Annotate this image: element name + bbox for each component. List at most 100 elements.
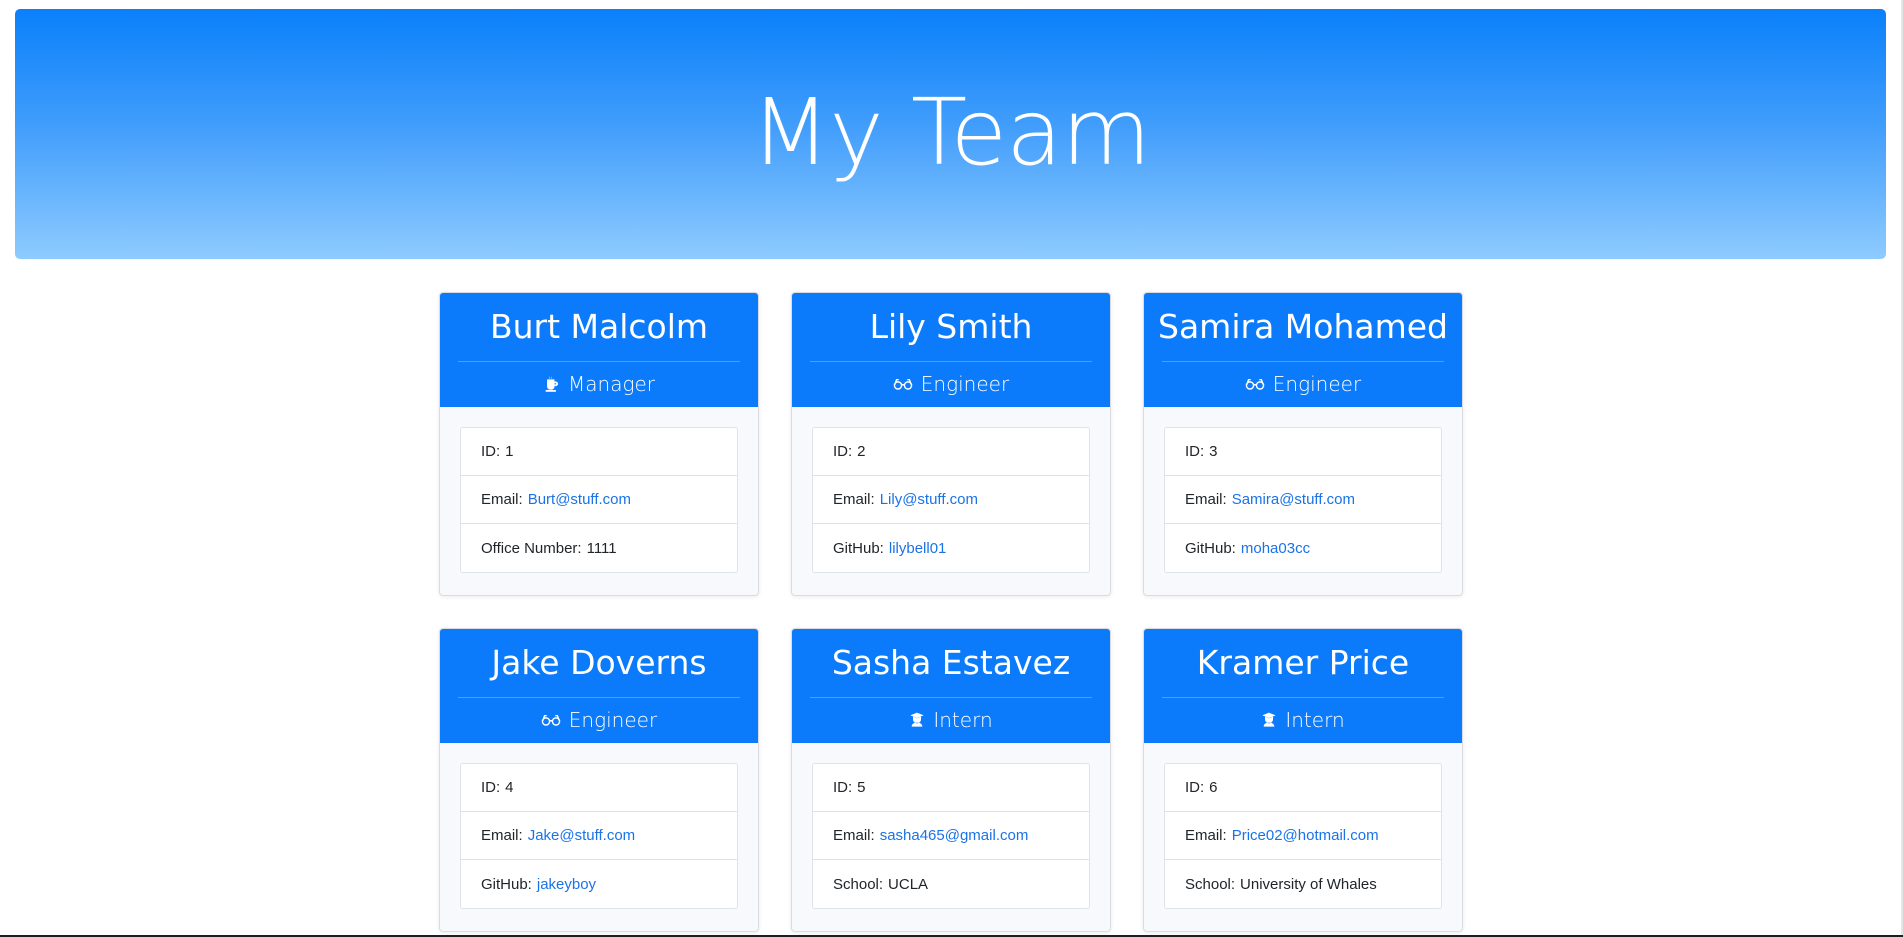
id-row: ID: 3 — [1165, 428, 1441, 476]
school-value: University of Whales — [1240, 875, 1377, 893]
id-value: 5 — [857, 779, 866, 796]
github-link[interactable]: jakeyboy — [537, 876, 596, 893]
id-value: 2 — [857, 443, 866, 460]
email-row: Email: sasha465@gmail.com — [813, 812, 1089, 860]
employee-role: Manager — [440, 372, 758, 396]
team-grid: Burt Malcolm Manager ID: 1 Email: Burt@s… — [439, 292, 1463, 932]
mug-icon — [543, 376, 560, 393]
employee-name: Jake Doverns — [491, 643, 707, 682]
header-divider — [1162, 697, 1444, 698]
id-label: ID: — [481, 443, 501, 460]
id-value: 4 — [505, 779, 514, 796]
id-label: ID: — [833, 443, 853, 460]
header-divider — [810, 697, 1092, 698]
email-label: Email: — [833, 491, 875, 508]
employee-role: Engineer — [1144, 372, 1462, 396]
employee-role: Intern — [792, 708, 1110, 732]
github-label: GitHub: — [1185, 539, 1236, 557]
employee-role: Engineer — [792, 372, 1110, 396]
id-label: ID: — [1185, 779, 1205, 796]
id-label: ID: — [481, 779, 501, 796]
id-value: 6 — [1209, 779, 1218, 796]
email-link[interactable]: Price02@hotmail.com — [1232, 827, 1379, 844]
card-body: ID: 4 Email: Jake@stuff.com GitHub: jake… — [440, 743, 758, 929]
employee-name: Sasha Estavez — [831, 643, 1071, 682]
email-link[interactable]: Samira@stuff.com — [1232, 491, 1355, 508]
header-divider — [810, 361, 1092, 362]
github-link[interactable]: lilybell01 — [889, 540, 947, 557]
role-label: Engineer — [1272, 372, 1362, 396]
github-link[interactable]: moha03cc — [1241, 540, 1310, 557]
id-value: 3 — [1209, 443, 1218, 460]
info-list: ID: 1 Email: Burt@stuff.com Office Numbe… — [460, 427, 738, 573]
id-row: ID: 5 — [813, 764, 1089, 812]
id-label: ID: — [1185, 443, 1205, 460]
page-title: My Team — [750, 78, 1151, 186]
employee-card: Kramer Price Intern ID: 6 Email: Price02… — [1143, 628, 1463, 932]
id-row: ID: 1 — [461, 428, 737, 476]
info-list: ID: 2 Email: Lily@stuff.com GitHub: lily… — [812, 427, 1090, 573]
card-body: ID: 3 Email: Samira@stuff.com GitHub: mo… — [1144, 407, 1462, 593]
role-label: Engineer — [920, 372, 1010, 396]
employee-name: Lily Smith — [869, 307, 1033, 346]
role-label: Intern — [1285, 708, 1345, 732]
email-row: Email: Price02@hotmail.com — [1165, 812, 1441, 860]
employee-card: Burt Malcolm Manager ID: 1 Email: Burt@s… — [439, 292, 759, 596]
header-divider — [458, 697, 740, 698]
email-row: Email: Lily@stuff.com — [813, 476, 1089, 524]
id-row: ID: 2 — [813, 428, 1089, 476]
employee-name: Kramer Price — [1196, 643, 1410, 682]
info-list: ID: 3 Email: Samira@stuff.com GitHub: mo… — [1164, 427, 1442, 573]
id-row: ID: 6 — [1165, 764, 1441, 812]
role-label: Manager — [568, 372, 655, 396]
employee-role: Engineer — [440, 708, 758, 732]
office-number-label: Office Number: — [481, 539, 582, 557]
card-body: ID: 1 Email: Burt@stuff.com Office Numbe… — [440, 407, 758, 593]
school-label: School: — [833, 875, 884, 893]
glasses-icon — [1245, 377, 1265, 391]
id-label: ID: — [833, 779, 853, 796]
email-row: Email: Jake@stuff.com — [461, 812, 737, 860]
card-header: Kramer Price Intern — [1144, 629, 1462, 743]
glasses-icon — [541, 713, 561, 727]
email-label: Email: — [1185, 827, 1227, 844]
employee-role: Intern — [1144, 708, 1462, 732]
email-row: Email: Samira@stuff.com — [1165, 476, 1441, 524]
school-label: School: — [1185, 875, 1236, 893]
employee-card: Sasha Estavez Intern ID: 5 Email: sasha4… — [791, 628, 1111, 932]
email-label: Email: — [481, 827, 523, 844]
employee-name: Samira Mohamed — [1158, 307, 1448, 346]
page: My Team Burt Malcolm Manager ID: 1 Email… — [0, 0, 1903, 937]
info-list: ID: 6 Email: Price02@hotmail.com School:… — [1164, 763, 1442, 909]
role-label: Intern — [933, 708, 993, 732]
card-header: Sasha Estavez Intern — [792, 629, 1110, 743]
graduate-icon — [909, 712, 925, 728]
github-label: GitHub: — [833, 539, 884, 557]
github-label: GitHub: — [481, 875, 532, 893]
card-header: Burt Malcolm Manager — [440, 293, 758, 407]
card-header: Jake Doverns Engineer — [440, 629, 758, 743]
email-label: Email: — [1185, 491, 1227, 508]
header-divider — [458, 361, 740, 362]
school-row: School: UCLA — [813, 860, 1089, 908]
email-link[interactable]: Jake@stuff.com — [528, 827, 636, 844]
jumbotron-banner: My Team — [15, 9, 1886, 259]
graduate-icon — [1261, 712, 1277, 728]
id-value: 1 — [505, 443, 514, 460]
info-list: ID: 5 Email: sasha465@gmail.com School: … — [812, 763, 1090, 909]
employee-card: Jake Doverns Engineer ID: 4 Email: Jake@… — [439, 628, 759, 932]
header-divider — [1162, 361, 1444, 362]
school-row: School: University of Whales — [1165, 860, 1441, 908]
github-row: GitHub: jakeyboy — [461, 860, 737, 908]
employee-name: Burt Malcolm — [489, 307, 709, 346]
office-number-row: Office Number: 1111 — [461, 524, 737, 572]
email-link[interactable]: Lily@stuff.com — [880, 491, 978, 508]
employee-card: Lily Smith Engineer ID: 2 Email: Lily@st… — [791, 292, 1111, 596]
school-value: UCLA — [888, 875, 929, 893]
info-list: ID: 4 Email: Jake@stuff.com GitHub: jake… — [460, 763, 738, 909]
email-link[interactable]: sasha465@gmail.com — [880, 827, 1029, 844]
card-header: Samira Mohamed Engineer — [1144, 293, 1462, 407]
id-row: ID: 4 — [461, 764, 737, 812]
card-body: ID: 5 Email: sasha465@gmail.com School: … — [792, 743, 1110, 929]
email-link[interactable]: Burt@stuff.com — [528, 491, 631, 508]
